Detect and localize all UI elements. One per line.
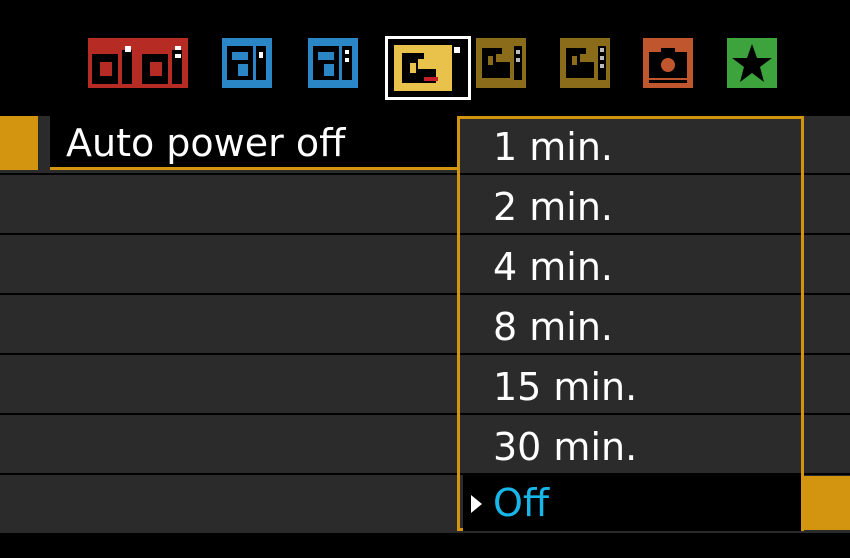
- menu-tab-bar: [0, 0, 850, 115]
- option-8-min[interactable]: 8 min.: [463, 299, 801, 355]
- menu-item-label: Auto power off: [66, 121, 346, 165]
- settings-menu: Auto power off 1 min. 2 min. 4 min. 8 mi…: [0, 116, 850, 533]
- option-2-min[interactable]: 2 min.: [463, 179, 801, 235]
- my-menu-tab[interactable]: [727, 38, 777, 88]
- camera-icon: [88, 38, 138, 88]
- option-1-min[interactable]: 1 min.: [463, 119, 801, 175]
- live-view-menu-tab[interactable]: [643, 38, 693, 88]
- menu-item-auto-power-off[interactable]: Auto power off: [50, 116, 460, 170]
- auto-power-off-dropdown[interactable]: 1 min. 2 min. 4 min. 8 min. 15 min. 30 m…: [457, 116, 804, 531]
- playback-icon: [308, 38, 358, 88]
- wrench-icon: [560, 38, 610, 88]
- shooting-menu-tab-2[interactable]: [138, 38, 188, 88]
- option-30-min[interactable]: 30 min.: [463, 419, 801, 475]
- option-off[interactable]: Off: [463, 475, 801, 531]
- playback-menu-tab-1[interactable]: [222, 38, 272, 88]
- star-icon: [727, 38, 777, 88]
- selection-accent: [800, 476, 850, 530]
- setup-menu-tab-3[interactable]: [560, 38, 610, 88]
- playback-menu-tab-2[interactable]: [308, 38, 358, 88]
- setup-menu-tab-1[interactable]: [385, 36, 471, 100]
- shooting-menu-tab-1[interactable]: [88, 38, 138, 88]
- option-15-min[interactable]: 15 min.: [463, 359, 801, 415]
- selection-marker-icon: [471, 495, 482, 513]
- wrench-icon: [394, 45, 460, 91]
- option-4-min[interactable]: 4 min.: [463, 239, 801, 295]
- camera-icon: [138, 38, 188, 88]
- playback-icon: [222, 38, 272, 88]
- setup-menu-tab-2[interactable]: [476, 38, 526, 88]
- wrench-icon: [476, 38, 526, 88]
- live-view-camera-icon: [643, 38, 693, 88]
- selection-accent: [0, 116, 38, 170]
- option-off-label: Off: [493, 481, 550, 525]
